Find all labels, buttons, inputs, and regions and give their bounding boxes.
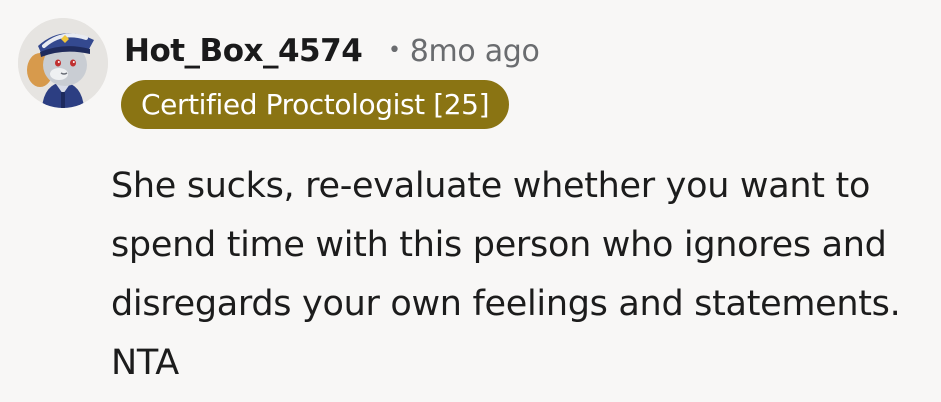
comment: Hot_Box_4574 • 8mo ago Certified Proctolo… <box>0 0 941 402</box>
comment-timestamp: 8mo ago <box>409 34 540 69</box>
police-cat-avatar-icon <box>18 18 108 108</box>
comment-author[interactable]: Hot_Box_4574 <box>124 31 363 71</box>
comment-body-text: She sucks, re-evaluate whether you want … <box>111 166 901 383</box>
user-flair-badge: Certified Proctologist [25] <box>121 80 510 129</box>
user-avatar[interactable] <box>18 18 108 108</box>
meta-separator: • <box>388 38 401 63</box>
comment-meta: • 8mo ago <box>388 31 540 72</box>
comment-body: She sucks, re-evaluate whether you want … <box>111 157 931 393</box>
